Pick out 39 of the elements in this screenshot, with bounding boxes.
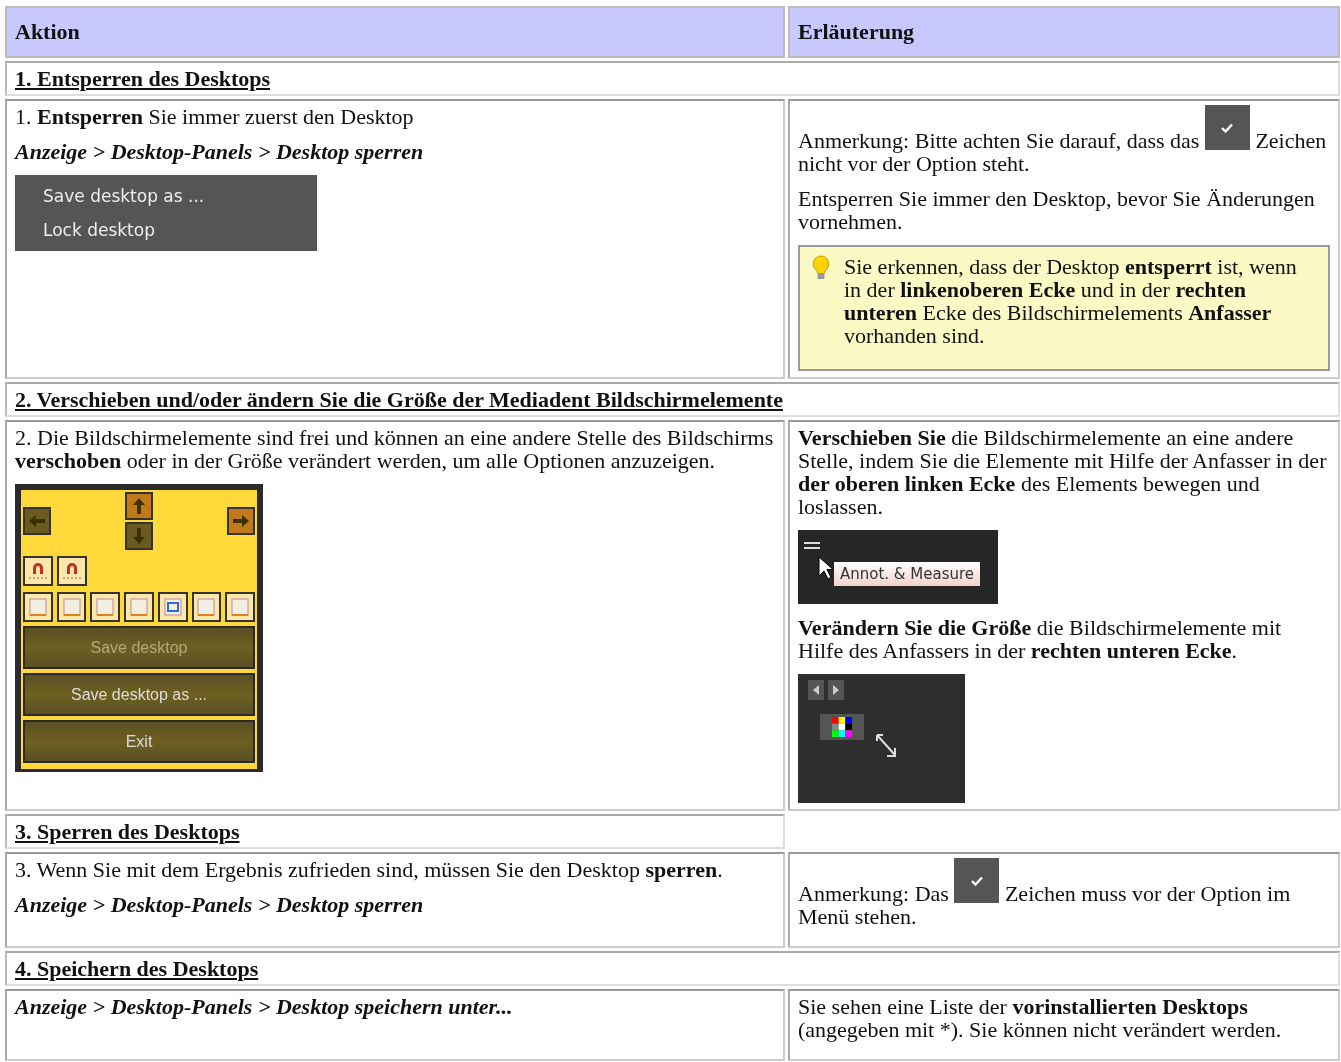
- panel-tab[interactable]: Annot. & Measure: [834, 562, 981, 586]
- color-grid-icon: [820, 714, 864, 740]
- menu-path: Anzeige > Desktop-Panels > Desktop speichern unter...: [15, 995, 514, 1018]
- paragraph: Verschieben Sie die Bildschirmelemente an eine andere Stelle, indem Sie die Elemente mit Hilfe der Anfasser in der der oberen linken Ecke des Elements bewegen und loslassen.: [798, 426, 1328, 518]
- layout-icon: [56, 592, 87, 622]
- drag-handle-icon: [804, 542, 820, 550]
- checkmark-icon: [1204, 105, 1250, 150]
- layout-icon: [191, 592, 222, 622]
- paragraph: 1. Entsperren Sie immer zuerst den Desktop: [15, 105, 415, 128]
- column-header: Erläuterung: [788, 6, 1340, 58]
- cursor-icon: [818, 556, 834, 580]
- layout-icon: [124, 592, 154, 622]
- next-icon: [828, 680, 844, 700]
- layout-icon: [23, 592, 53, 622]
- paragraph: Entsperren Sie immer den Desktop, bevor Sie Änderungen vornehmen.: [798, 187, 1316, 233]
- section-heading: 1. Entsperren des Desktops: [5, 61, 1340, 96]
- menu-path: Anzeige > Desktop-Panels > Desktop sperren: [15, 893, 425, 916]
- panel-button[interactable]: Save desktop as ...: [23, 673, 255, 716]
- previous-icon: [808, 680, 824, 700]
- tip-text: Sie erkennen, dass der Desktop entsperrt ist, wenn in der linkenoberen Ecke und in der rechten unteren Ecke des Bildschirmelements Anfasser vorhanden sind.: [844, 255, 1298, 347]
- paragraph: Verändern Sie die Größe die Bildschirmelemente mit Hilfe des Anfassers in der rechten unteren Ecke.: [798, 616, 1283, 662]
- paragraph: 2. Die Bildschirmelemente sind frei und können an eine andere Stelle des Bildschirms verschoben oder in der Größe verändert werden, um alle Optionen anzuzeigen.: [15, 426, 775, 472]
- section-heading: 4. Speichern des Desktops: [5, 951, 1340, 986]
- layout-icon: [157, 592, 188, 622]
- magnet-icon: [57, 556, 87, 586]
- layout-icon: [90, 592, 121, 622]
- note-text: Anmerkung: Das Zeichen muss vor der Option im Menü stehen.: [798, 858, 1330, 928]
- column-header: Aktion: [5, 6, 785, 58]
- checkmark-icon: [954, 858, 1000, 903]
- layout-icon: [225, 592, 256, 622]
- paragraph: 3. Wenn Sie mit dem Ergebnis zufrieden sind, müssen Sie den Desktop sperren.: [15, 858, 724, 881]
- magnet-icon: [23, 556, 53, 586]
- paragraph: Sie sehen eine Liste der vorinstallierten Desktops (angegeben mit *). Sie können nicht verändert werden.: [798, 995, 1283, 1041]
- menu-path: Anzeige > Desktop-Panels > Desktop sperren: [15, 140, 425, 163]
- section-heading: 3. Sperren des Desktops: [5, 814, 785, 849]
- lightbulb-icon: [812, 255, 830, 281]
- section-heading: 2. Verschieben und/oder ändern Sie die Größe der Mediadent Bildschirmelemente: [5, 382, 1340, 417]
- note-text: Anmerkung: Bitte achten Sie darauf, dass das Zeichen nicht vor der Option steht.: [798, 105, 1330, 175]
- panel-button[interactable]: Exit: [23, 720, 255, 763]
